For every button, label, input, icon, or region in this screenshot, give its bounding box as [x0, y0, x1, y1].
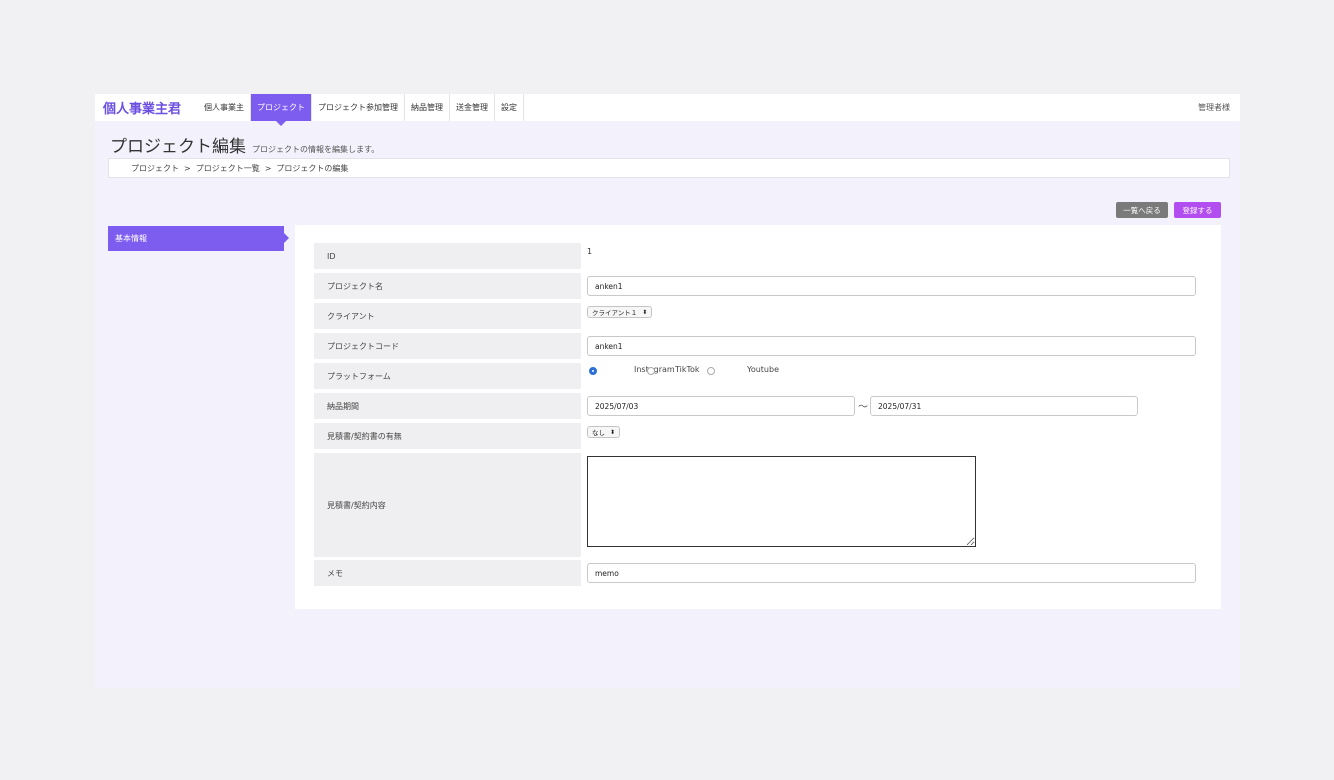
platform-tiktok-label: TikTok	[675, 365, 700, 374]
form-row-contract-flag: 見積書/契約書の有無 なし ⬍	[314, 423, 1195, 449]
top-nav: 個人事業主君 個人事業主 プロジェクト プロジェクト参加管理 納品管理 送金管理…	[95, 94, 1240, 126]
contract-flag-select-value: なし	[592, 429, 605, 437]
contract-content-textarea[interactable]	[587, 456, 976, 547]
brand-logo[interactable]: 個人事業主君	[95, 94, 198, 121]
delivery-end-date-input[interactable]	[870, 396, 1138, 416]
project-code-input[interactable]	[587, 336, 1196, 356]
breadcrumb-separator: >	[264, 163, 272, 173]
delivery-start-date-input[interactable]	[587, 396, 855, 416]
platform-youtube-label: Youtube	[747, 365, 779, 374]
breadcrumb-item-project-edit: プロジェクトの編集	[276, 163, 349, 173]
contract-content-label: 見積書/契約内容	[314, 453, 581, 557]
date-range-separator: 〜	[858, 402, 868, 413]
form-row-project-name: プロジェクト名	[314, 273, 1196, 299]
platform-youtube-radio[interactable]	[707, 367, 715, 375]
client-select-value: クライアント１	[592, 309, 638, 317]
back-to-list-button[interactable]: 一覧へ戻る	[1116, 202, 1168, 218]
delivery-period-label: 納品期間	[314, 393, 581, 419]
breadcrumb-item-project-list[interactable]: プロジェクト一覧	[196, 163, 260, 174]
register-button[interactable]: 登録する	[1174, 202, 1221, 218]
client-select[interactable]: クライアント１ ⬍	[587, 306, 653, 318]
select-arrows-icon: ⬍	[610, 428, 616, 436]
sidebar-tab-basic-info[interactable]: 基本情報	[108, 226, 289, 251]
project-name-input[interactable]	[587, 276, 1196, 296]
user-menu[interactable]: 管理者様	[1198, 94, 1240, 121]
page-subtitle: プロジェクトの情報を編集します。	[252, 145, 380, 154]
project-name-label: プロジェクト名	[314, 273, 581, 299]
form-row-contract-content: 見積書/契約内容	[314, 453, 1195, 557]
nav-item-sole-proprietor[interactable]: 個人事業主	[198, 94, 251, 121]
nav-item-project[interactable]: プロジェクト	[251, 94, 312, 126]
id-label: ID	[314, 243, 581, 269]
platform-instagram-radio[interactable]	[589, 367, 597, 375]
select-arrows-icon: ⬍	[642, 308, 648, 316]
client-label: クライアント	[314, 303, 581, 329]
breadcrumb-item-project[interactable]: プロジェクト	[131, 163, 179, 174]
form-row-client: クライアント クライアント１ ⬍	[314, 303, 1195, 329]
memo-label: メモ	[314, 560, 581, 586]
project-code-label: プロジェクトコード	[314, 333, 581, 359]
memo-input[interactable]	[587, 563, 1196, 583]
page-header: プロジェクト編集 プロジェクトの情報を編集します。	[110, 132, 379, 157]
breadcrumb: プロジェクト > プロジェクト一覧 > プロジェクトの編集	[108, 158, 1230, 178]
platform-label: プラットフォーム	[314, 363, 581, 389]
page-title: プロジェクト編集	[110, 137, 246, 157]
form-row-memo: メモ	[314, 560, 1196, 586]
form-row-project-code: プロジェクトコード	[314, 333, 1196, 359]
nav-item-settings[interactable]: 設定	[495, 94, 524, 121]
contract-flag-select[interactable]: なし ⬍	[587, 426, 621, 438]
breadcrumb-separator: >	[184, 163, 191, 173]
app-window: 個人事業主君 個人事業主 プロジェクト プロジェクト参加管理 納品管理 送金管理…	[95, 94, 1240, 688]
form-panel: ID 1 プロジェクト名 クライアント クライアント１ ⬍ プロジェクトコ	[295, 225, 1221, 609]
form-row-platform: プラットフォーム Instagram TikTok Youtube	[314, 363, 1195, 389]
contract-flag-label: 見積書/契約書の有無	[314, 423, 581, 449]
form-row-delivery-period: 納品期間 〜	[314, 393, 1195, 419]
nav-item-delivery[interactable]: 納品管理	[405, 94, 450, 121]
form-row-id: ID 1	[314, 243, 1195, 269]
platform-tiktok-radio[interactable]	[647, 367, 655, 375]
id-value: 1	[587, 247, 593, 256]
nav-item-project-participation[interactable]: プロジェクト参加管理	[312, 94, 405, 121]
nav-item-remittance[interactable]: 送金管理	[450, 94, 495, 121]
